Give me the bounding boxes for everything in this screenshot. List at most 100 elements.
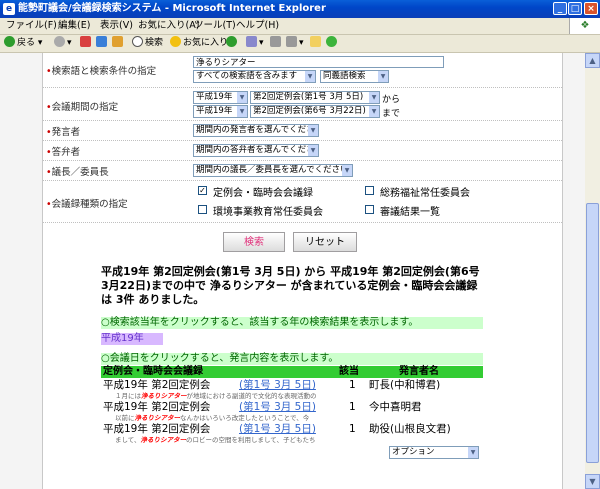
menu-edit[interactable]: 編集(E) <box>58 18 90 34</box>
row-date-link[interactable]: (第1号 3月 5日) <box>239 379 316 391</box>
synonym-select[interactable]: 同義語検索 ▼ <box>320 70 389 83</box>
from-suffix: から <box>382 95 401 105</box>
favorites-button[interactable]: お気に入り <box>170 35 228 52</box>
from-session-select[interactable]: 第2回定例会(第1号 3月 5日) ▼ <box>250 91 380 104</box>
row-date-link[interactable]: (第1号 3月 5日) <box>239 401 316 413</box>
year-notice: ○検索該当年をクリックすると、該当する年の検索結果を表示します。 <box>101 317 483 329</box>
row-snippet: １月には浄るりシアターが地域における副道的で文化的な表現活動の <box>115 392 317 400</box>
header-count: 該当 <box>339 366 359 377</box>
speaker-row: •発言者 期間内の発言者を選んでください ▼ <box>43 120 562 141</box>
year-link[interactable]: 平成19年 <box>101 333 163 345</box>
chevron-down-icon: ▼ <box>342 165 352 176</box>
chevron-down-icon: ▼ <box>237 106 247 117</box>
row-snippet: 以前に浄るりシアターなんかはいろいろ改定したということで、今 <box>115 414 310 422</box>
forward-button[interactable]: ▾ <box>54 35 72 52</box>
type-label-education: 環境事業教育常任委員会 <box>213 207 323 218</box>
type-label-regular: 定例会・臨時会会議録 <box>213 188 313 199</box>
menu-favorites[interactable]: お気に入り(A) <box>138 18 199 34</box>
keyword-row: •検索語と検索条件の指定 浄るりシアター すべての検索語を含みます ▼ 同義語検索… <box>43 53 562 88</box>
window-titlebar: e 能勢町議会/会議録検索システム - Microsoft Internet E… <box>0 0 600 18</box>
to-suffix: まで <box>382 109 401 119</box>
chevron-down-icon: ▼ <box>369 92 379 103</box>
menu-tools[interactable]: ツール(T) <box>194 18 236 34</box>
stop-icon <box>80 36 91 47</box>
edit-icon <box>286 36 297 47</box>
row-date-link[interactable]: (第1号 3月 5日) <box>239 423 316 435</box>
scroll-up-arrow-icon[interactable]: ▲ <box>585 53 600 68</box>
history-icon <box>226 36 237 47</box>
search-page: •検索語と検索条件の指定 浄るりシアター すべての検索語を含みます ▼ 同義語検索… <box>42 53 563 489</box>
close-button[interactable]: × <box>584 2 598 15</box>
row-speaker: 助役(山根良文君) <box>369 423 451 435</box>
browser-toolbar: 戻る ▾ ▾ 検索 お気に入り ▾ ▾ <box>0 35 600 53</box>
menu-help[interactable]: ヘルプ(H) <box>236 18 279 34</box>
chevron-down-icon: ▼ <box>468 447 478 458</box>
row-speaker: 町長(中和博君) <box>369 379 441 391</box>
folder-icon <box>310 36 321 47</box>
answerer-label: 答弁者 <box>51 147 81 158</box>
edit-button[interactable]: ▾ <box>286 35 304 52</box>
print-button[interactable] <box>270 35 283 52</box>
page-viewport: •検索語と検索条件の指定 浄るりシアター すべての検索語を含みます ▼ 同義語検索… <box>0 53 585 489</box>
star-icon <box>170 36 181 47</box>
folder-button[interactable] <box>310 35 323 52</box>
header-meeting: 定例会・臨時会会議録 <box>103 366 203 377</box>
chevron-down-icon: ▼ <box>378 71 388 82</box>
maximize-button[interactable]: □ <box>568 2 582 15</box>
menu-file[interactable]: ファイル(F) <box>6 18 57 34</box>
search-icon <box>132 36 143 47</box>
answerer-select[interactable]: 期間内の答弁者を選んでください ▼ <box>193 144 319 157</box>
keyword-input[interactable]: 浄るりシアター <box>193 56 444 68</box>
type-checkbox-regular[interactable]: ✓ <box>198 186 207 195</box>
header-speaker: 発言者名 <box>399 366 439 377</box>
period-label: 会議期間の指定 <box>51 102 119 113</box>
to-session-select[interactable]: 第2回定例会(第6号 3月22日) ▼ <box>250 105 380 118</box>
back-button[interactable]: 戻る ▾ <box>4 35 42 52</box>
media-button[interactable] <box>226 35 239 52</box>
mail-button[interactable]: ▾ <box>246 35 264 52</box>
mail-icon <box>246 36 257 47</box>
stop-button[interactable] <box>80 35 93 52</box>
chevron-down-icon: ▼ <box>237 92 247 103</box>
forward-arrow-icon <box>54 36 65 47</box>
type-checkbox-welfare[interactable] <box>365 186 374 195</box>
messenger-button[interactable] <box>326 35 339 52</box>
from-year-select[interactable]: 平成19年 ▼ <box>193 91 248 104</box>
chair-row: •議長／委員長 期間内の議長／委員長を選んでください ▼ <box>43 160 562 181</box>
date-notice: ○会議日をクリックすると、発言内容を表示します。 <box>101 353 483 365</box>
search-submit-button[interactable]: 検索 <box>223 232 285 252</box>
scroll-down-arrow-icon[interactable]: ▼ <box>585 474 600 489</box>
reset-button[interactable]: リセット <box>293 232 357 252</box>
menu-view[interactable]: 表示(V) <box>100 18 133 34</box>
row-count: 1 <box>349 423 356 435</box>
row-snippet: まして、浄るりシアターのロビーの空間を利用しまして、子どもたち <box>115 436 316 444</box>
vertical-scrollbar[interactable]: ▲ ▼ <box>585 53 600 489</box>
results-summary: 平成19年 第2回定例会(第1号 3月 5日) から 平成19年 第2回定例会(… <box>101 265 480 306</box>
messenger-icon <box>326 36 337 47</box>
period-row: •会議期間の指定 平成19年 ▼ 第2回定例会(第1号 3月 5日) ▼ から 平成… <box>43 87 562 121</box>
row-count: 1 <box>349 379 356 391</box>
refresh-button[interactable] <box>96 35 109 52</box>
speaker-select[interactable]: 期間内の発言者を選んでください ▼ <box>193 124 319 137</box>
row-count: 1 <box>349 401 356 413</box>
type-checkbox-results[interactable] <box>365 205 374 214</box>
type-checkbox-education[interactable] <box>198 205 207 214</box>
chevron-down-icon: ▼ <box>305 71 315 82</box>
to-year-select[interactable]: 平成19年 ▼ <box>193 105 248 118</box>
speaker-label: 発言者 <box>51 127 81 138</box>
chair-select[interactable]: 期間内の議長／委員長を選んでください ▼ <box>193 164 353 177</box>
window-title: 能勢町議会/会議録検索システム - Microsoft Internet Exp… <box>18 3 326 14</box>
row-meeting: 平成19年 第2回定例会 <box>103 423 211 435</box>
type-label-welfare: 総務福祉常任委員会 <box>380 188 470 199</box>
table-row: 平成19年 第2回定例会 (第1号 3月 5日) 1 町長(中和博君) <box>101 379 483 391</box>
search-scope-select[interactable]: すべての検索語を含みます ▼ <box>193 70 316 83</box>
option-select[interactable]: オプション ▼ <box>389 446 479 459</box>
search-button[interactable]: 検索 <box>132 35 163 52</box>
minimize-button[interactable]: _ <box>553 2 567 15</box>
refresh-icon <box>96 36 107 47</box>
home-button[interactable] <box>112 35 125 52</box>
chevron-down-icon: ▼ <box>369 106 379 117</box>
scrollbar-thumb[interactable] <box>586 203 599 463</box>
chevron-down-icon: ▼ <box>308 125 318 136</box>
keyword-label: 検索語と検索条件の指定 <box>51 66 157 77</box>
